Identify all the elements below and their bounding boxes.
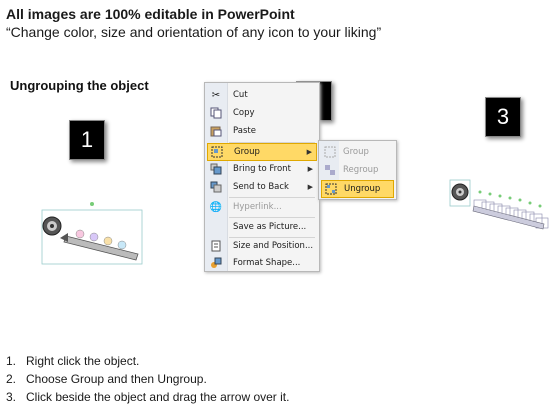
menu-item-label: Group <box>234 147 260 157</box>
menu-item-hyperlink[interactable]: 🌐 Hyperlink... <box>207 199 317 215</box>
group-icon <box>208 145 226 159</box>
menu-separator <box>229 197 315 198</box>
submenu-arrow-icon: ▶ <box>307 165 313 173</box>
menu-item-paste[interactable]: Paste <box>207 123 317 139</box>
ungrouped-object-illustration[interactable] <box>448 176 552 240</box>
submenu-item-regroup[interactable]: Regroup <box>321 162 394 178</box>
menu-item-label: Copy <box>233 108 255 118</box>
instruction-text: Click beside the object and drag the arr… <box>26 390 290 404</box>
menu-item-label: Size and Position... <box>233 241 314 251</box>
menu-item-label: Format Shape... <box>233 258 301 268</box>
step-badge-3: 3 <box>485 97 521 137</box>
paste-icon <box>207 124 225 138</box>
menu-item-send-to-back[interactable]: Send to Back ▶ <box>207 179 317 195</box>
submenu-item-group[interactable]: Group <box>321 144 394 160</box>
bring-front-icon <box>207 162 225 176</box>
menu-item-save-as-picture[interactable]: Save as Picture... <box>207 219 317 235</box>
menu-item-bring-to-front[interactable]: Bring to Front ▶ <box>207 161 317 177</box>
instruction-list: 1. Right click the object. 2. Choose Group… <box>6 352 289 406</box>
submenu-arrow-icon: ▶ <box>306 148 312 156</box>
page-title: All images are 100% editable in PowerPoi… <box>6 6 295 22</box>
size-position-icon <box>207 239 225 253</box>
menu-item-format-shape[interactable]: Format Shape... <box>207 255 317 271</box>
instruction-item: 3. Click beside the object and drag the a… <box>6 388 289 406</box>
grouped-object-illustration[interactable] <box>38 200 148 270</box>
menu-item-label: Cut <box>233 90 248 100</box>
copy-icon <box>207 106 225 120</box>
menu-item-copy[interactable]: Copy <box>207 105 317 121</box>
menu-item-cut[interactable]: ✂ Cut <box>207 87 317 103</box>
step-badge-1: 1 <box>69 120 105 160</box>
instruction-number: 2. <box>6 372 17 386</box>
section-title: Ungrouping the object <box>10 78 149 93</box>
send-back-icon <box>207 180 225 194</box>
instruction-text: Choose Group and then Ungroup. <box>26 372 207 386</box>
menu-item-label: Regroup <box>343 165 379 175</box>
group-icon <box>321 145 339 159</box>
menu-item-size-and-position[interactable]: Size and Position... <box>207 238 317 254</box>
submenu-arrow-icon: ▶ <box>307 183 313 191</box>
menu-item-group[interactable]: Group ▶ <box>207 143 317 161</box>
menu-item-label: Send to Back <box>233 182 289 192</box>
instruction-text: Right click the object. <box>26 354 140 368</box>
instruction-number: 1. <box>6 354 17 368</box>
menu-item-label: Bring to Front <box>233 164 291 174</box>
menu-separator <box>229 217 315 218</box>
menu-item-label: Save as Picture... <box>233 222 307 232</box>
menu-item-label: Group <box>343 147 369 157</box>
scissors-icon: ✂ <box>211 89 221 101</box>
instruction-item: 1. Right click the object. <box>6 352 289 370</box>
page-subtitle: “Change color, size and orientation of a… <box>6 24 382 40</box>
menu-item-label: Ungroup <box>344 184 381 194</box>
instruction-item: 2. Choose Group and then Ungroup. <box>6 370 289 388</box>
instruction-number: 3. <box>6 390 17 404</box>
menu-item-label: Hyperlink... <box>233 202 282 212</box>
submenu-item-ungroup[interactable]: Ungroup <box>321 180 394 198</box>
context-menu: ✂ Cut Copy Paste Group ▶ Bring to Front … <box>204 82 320 272</box>
menu-item-label: Paste <box>233 126 256 136</box>
ungroup-icon <box>322 182 340 196</box>
format-shape-icon <box>207 256 225 270</box>
regroup-icon <box>321 163 339 177</box>
group-submenu: Group Regroup Ungroup <box>318 140 397 200</box>
hyperlink-icon: 🌐 <box>209 201 223 213</box>
